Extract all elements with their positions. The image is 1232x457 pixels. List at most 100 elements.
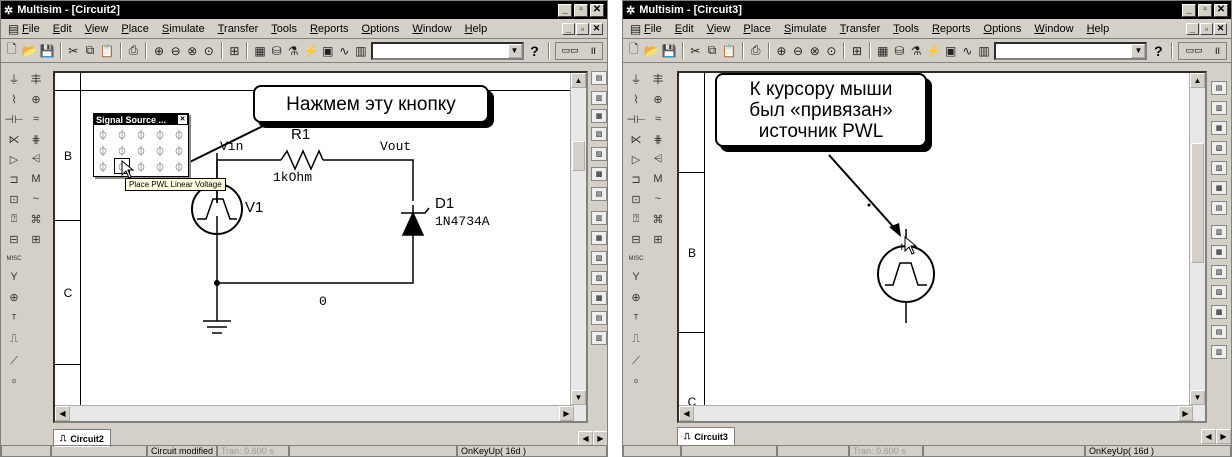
counter-icon[interactable]: ▤ xyxy=(1211,201,1227,215)
power-icon[interactable]: ⊟ xyxy=(5,231,23,247)
maximize-icon[interactable]: ▫ xyxy=(574,3,588,17)
zoom-in-icon[interactable]: ⊕ xyxy=(775,42,789,59)
child-maximize-icon[interactable]: ▫ xyxy=(576,22,589,35)
bode-plotter-icon[interactable]: ▩ xyxy=(1211,181,1227,195)
menu-edit[interactable]: Edit xyxy=(675,23,694,35)
document-icon[interactable]: ▤ xyxy=(5,20,22,37)
print-icon[interactable]: ⎙ xyxy=(127,42,141,59)
multimeter-icon[interactable]: ▤ xyxy=(591,71,607,85)
four-channel-scope-icon[interactable]: ▨ xyxy=(1211,161,1227,175)
misc-label-icon[interactable]: MISC xyxy=(5,251,23,267)
cut-icon[interactable]: ✂ xyxy=(689,42,703,59)
clock-source-icon[interactable]: ⏀ xyxy=(96,143,110,158)
antenna-icon[interactable]: Y xyxy=(627,269,645,285)
menu-tools[interactable]: Tools xyxy=(271,23,297,35)
analysis-icon[interactable]: ∿ xyxy=(961,42,975,59)
menu-simulate[interactable]: Simulate xyxy=(784,23,827,35)
spreadsheet-icon[interactable]: ▦ xyxy=(876,42,890,59)
distortion-analyzer-icon[interactable]: ▩ xyxy=(591,291,607,305)
sffm-source-icon[interactable]: ⏀ xyxy=(172,143,186,158)
diode-icon[interactable]: ⊣⊢ xyxy=(4,111,23,127)
open-folder-icon[interactable]: 📂 xyxy=(22,42,37,59)
signal-source-icon[interactable]: 丰 xyxy=(649,71,667,87)
menu-view[interactable]: View xyxy=(85,23,109,35)
ladder-icon[interactable]: ⌘ xyxy=(27,211,45,227)
hierarchy-icon[interactable]: ⊞ xyxy=(850,42,864,59)
analog-icon[interactable]: ⋉ xyxy=(5,131,23,147)
function-generator-icon[interactable]: ▥ xyxy=(1211,101,1227,115)
antenna-icon[interactable]: Y xyxy=(5,269,23,285)
power-icon[interactable]: ⊟ xyxy=(627,231,645,247)
four-channel-scope-icon[interactable]: ▨ xyxy=(591,147,607,161)
paste-icon[interactable]: 📋 xyxy=(100,42,115,59)
electromech-icon[interactable]: ⍰ xyxy=(627,211,645,227)
menu-tools[interactable]: Tools xyxy=(893,23,919,35)
schematic-canvas[interactable]: B C ⏀ ⏀ ⏀ ⏀ ⏀ К курсору мыши был «привяз… xyxy=(677,71,1207,423)
schematic-canvas[interactable]: B C Vin R1 1kOhm Vout V1 D1 1N4734A 0 На… xyxy=(53,71,588,423)
analog-icon[interactable]: ⋉ xyxy=(627,131,645,147)
exp-source-icon[interactable]: ⏀ xyxy=(134,143,148,158)
postprocessor-icon[interactable]: ▥ xyxy=(977,42,991,59)
zoom-out-icon[interactable]: ⊖ xyxy=(791,42,805,59)
basic-icon[interactable]: ⌇ xyxy=(627,91,645,107)
noise-source-icon[interactable]: ⏀ xyxy=(153,143,167,158)
controlled-source-icon[interactable]: ⏀ xyxy=(153,159,167,174)
spreadsheet-icon[interactable]: ▦ xyxy=(253,42,267,59)
database-icon[interactable]: ⛁ xyxy=(270,42,284,59)
menu-simulate[interactable]: Simulate xyxy=(162,23,205,35)
menu-reports[interactable]: Reports xyxy=(932,23,971,35)
iv-analyzer-icon[interactable]: ▨ xyxy=(1211,285,1227,299)
bode-plotter-icon[interactable]: ▩ xyxy=(591,167,607,181)
step-icon[interactable]: ⎍ xyxy=(627,331,645,347)
oscilloscope-icon[interactable]: ▧ xyxy=(1211,141,1227,155)
electromech-icon[interactable]: ⍰ xyxy=(5,211,23,227)
menu-view[interactable]: View xyxy=(707,23,731,35)
open-folder-icon[interactable]: 📂 xyxy=(644,42,659,59)
scroll-thumb[interactable] xyxy=(1191,143,1204,263)
cut-icon[interactable]: ✂ xyxy=(67,42,81,59)
help-button[interactable]: ? xyxy=(1150,43,1166,59)
word-generator-icon[interactable]: ▥ xyxy=(1211,225,1227,239)
iv-analyzer-icon[interactable]: ▨ xyxy=(591,271,607,285)
basic-icon[interactable]: ⌇ xyxy=(5,91,23,107)
scroll-down-icon[interactable]: ▼ xyxy=(571,390,586,405)
ac-voltage-icon[interactable]: ⏀ xyxy=(115,127,129,142)
minimize-icon[interactable]: _ xyxy=(558,3,572,17)
scroll-up-icon[interactable]: ▲ xyxy=(1190,73,1205,88)
tab-scroll-right-icon[interactable]: ▶ xyxy=(593,430,607,446)
probe-icon[interactable]: ⚡ xyxy=(303,42,318,59)
scroll-up-icon[interactable]: ▲ xyxy=(571,73,586,88)
ladder-icon[interactable]: ⌘ xyxy=(649,211,667,227)
rf-icon[interactable]: ~ xyxy=(649,191,667,207)
menu-help[interactable]: Help xyxy=(1087,23,1110,35)
transistor-icon[interactable]: ≈ xyxy=(649,111,667,127)
component-wizard-icon[interactable]: ⚗ xyxy=(909,42,923,59)
probe-icon[interactable]: ⚡ xyxy=(926,42,941,59)
save-icon[interactable]: 💾 xyxy=(40,42,55,59)
print-icon[interactable]: ⎙ xyxy=(749,42,763,59)
document-icon[interactable]: ▤ xyxy=(627,20,644,37)
counter-icon[interactable]: ▤ xyxy=(591,187,607,201)
indicator-icon[interactable]: M xyxy=(649,171,667,187)
scroll-left-icon[interactable]: ◀ xyxy=(679,406,694,421)
child-close-icon[interactable]: ✕ xyxy=(1214,22,1227,35)
misc-label-icon[interactable]: MISC xyxy=(627,251,645,267)
grapher-icon[interactable]: ▣ xyxy=(321,42,335,59)
zoom-in-icon[interactable]: ⊕ xyxy=(152,42,166,59)
source-icon[interactable]: ⏚ xyxy=(627,71,645,87)
ttl-icon[interactable]: ⋕ xyxy=(27,131,45,147)
pwl-current-icon[interactable]: ⏀ xyxy=(134,159,148,174)
ttl-icon[interactable]: ⋕ xyxy=(649,131,667,147)
menu-file[interactable]: File xyxy=(22,23,40,35)
tab-scroll-left-icon[interactable]: ◀ xyxy=(1201,428,1216,444)
board-icon[interactable]: ⊞ xyxy=(649,231,667,247)
board-icon[interactable]: ⊞ xyxy=(27,231,45,247)
pulse-source-icon[interactable]: ⏀ xyxy=(115,143,129,158)
wattmeter-icon[interactable]: ▦ xyxy=(1211,121,1227,135)
bus-icon[interactable]: ᵀ xyxy=(5,311,23,327)
fsk-source-icon[interactable]: ⏀ xyxy=(172,127,186,142)
mixed-icon[interactable]: ⊐ xyxy=(627,171,645,187)
cmos-icon[interactable]: ▷ xyxy=(5,151,23,167)
scroll-down-icon[interactable]: ▼ xyxy=(1190,390,1205,405)
horizontal-scrollbar[interactable]: ◀ ▶ xyxy=(679,405,1193,421)
